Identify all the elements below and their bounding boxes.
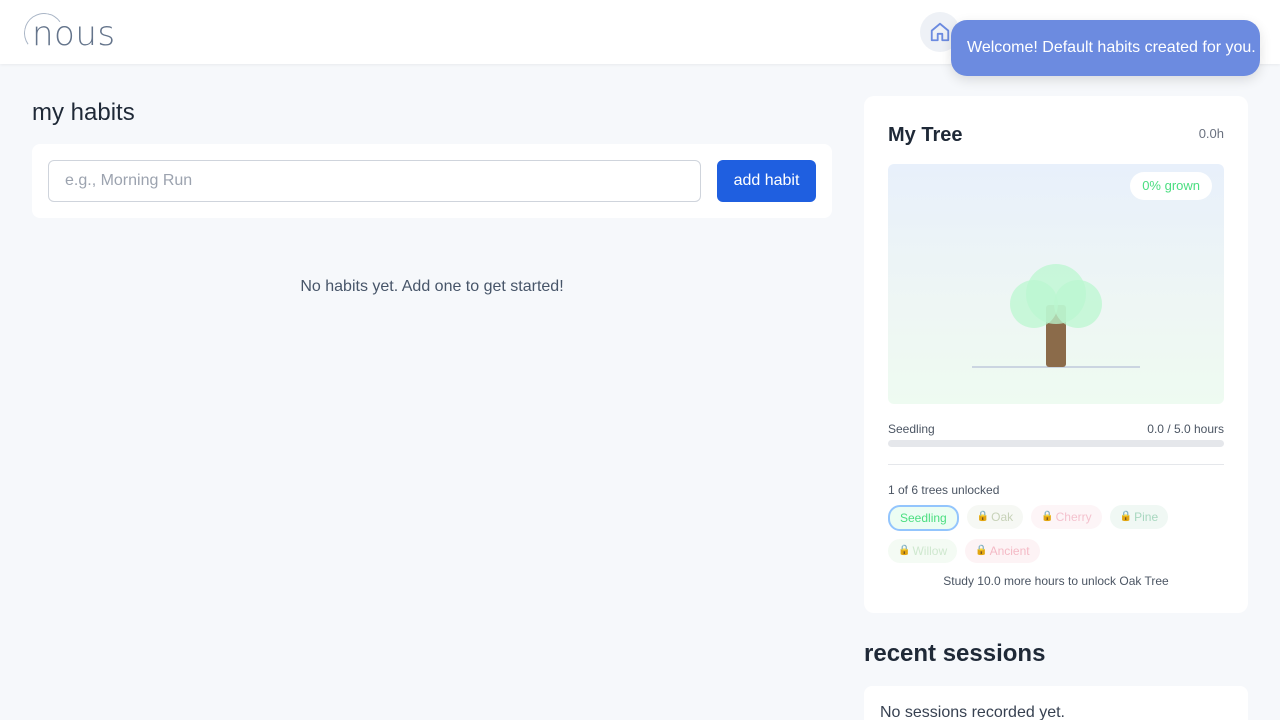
sessions-card: No sessions recorded yet. (864, 686, 1248, 720)
tree-chip-label: Ancient (989, 544, 1030, 558)
add-habit-button[interactable]: add habit (717, 160, 816, 202)
tree-chip-willow[interactable]: 🔒 Willow (888, 539, 958, 563)
tree-chips: Seedling 🔒 Oak 🔒 Cherry 🔒 Pine 🔒 Willow 🔒 Anc… (888, 505, 1224, 563)
lock-icon: 🔒 (1041, 511, 1054, 522)
tree-chip-label: Pine (1134, 510, 1159, 524)
tree-chip-seedling[interactable]: Seedling (888, 505, 959, 531)
tree-title: My Tree (888, 124, 963, 146)
home-icon (930, 22, 950, 42)
canopy-top (1026, 264, 1086, 324)
lock-icon: 🔒 (975, 545, 988, 556)
tree-illustration (972, 264, 1140, 368)
habits-title: my habits (32, 99, 135, 126)
toast-message: Welcome! Default habits created for you. (967, 39, 1256, 56)
unlock-hint: Study 10.0 more hours to unlock Oak Tree (943, 574, 1169, 588)
tree-chip-label: Oak (991, 510, 1014, 524)
welcome-toast[interactable]: Welcome! Default habits created for you. (951, 20, 1260, 76)
tree-chip-oak[interactable]: 🔒 Oak (966, 505, 1024, 529)
tree-chip-label: Willow (912, 544, 948, 558)
add-habit-card: add habit (32, 144, 832, 218)
lock-icon: 🔒 (976, 511, 990, 522)
tree-chip-ancient[interactable]: 🔒 Ancient (965, 539, 1040, 563)
logo-text: nous (32, 14, 116, 54)
stage-hours: 0.0 / 5.0 hours (1147, 422, 1224, 436)
stage-label: Seedling (888, 422, 935, 436)
tree-total-hours: 0.0h (1198, 126, 1224, 141)
tree-chip-pine[interactable]: 🔒 Pine (1109, 505, 1169, 529)
lock-icon: 🔒 (898, 545, 911, 556)
my-tree-card: My Tree 0.0h 0% grown Seedling 0.0 / 5.0… (864, 96, 1248, 613)
habits-empty-message: No habits yet. Add one to get started! (300, 278, 564, 295)
grown-badge: 0% grown (1130, 172, 1212, 200)
nous-logo[interactable]: nous (20, 9, 120, 57)
lock-icon: 🔒 (1119, 511, 1133, 522)
tree-stage: 0% grown (888, 164, 1224, 404)
trees-unlocked-count: 1 of 6 trees unlocked (888, 483, 1000, 497)
divider (888, 464, 1224, 465)
growth-progress-bar (888, 440, 1224, 447)
sessions-empty-message: No sessions recorded yet. (880, 704, 1065, 720)
tree-chip-label: Cherry (1055, 510, 1092, 524)
tree-chip-cherry[interactable]: 🔒 Cherry (1031, 505, 1102, 529)
habit-name-input[interactable] (48, 160, 701, 202)
sessions-title: recent sessions (864, 640, 1046, 667)
tree-chip-label: Seedling (900, 511, 947, 525)
